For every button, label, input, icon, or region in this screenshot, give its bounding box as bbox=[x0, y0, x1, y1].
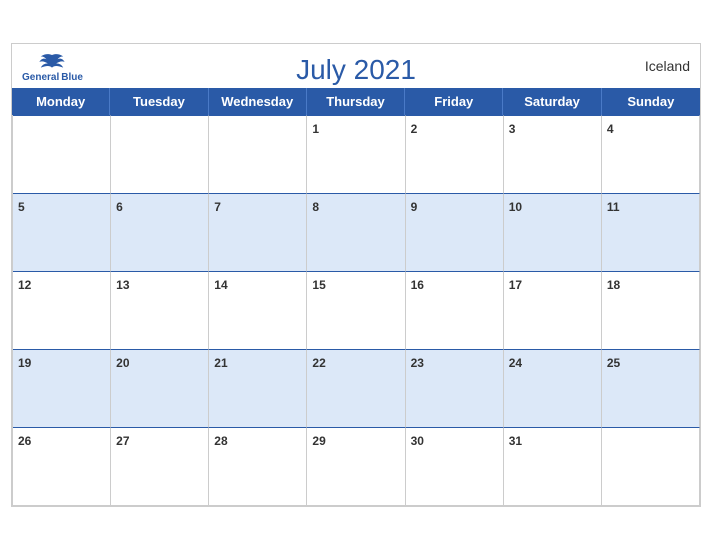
calendar-cell: 19 bbox=[13, 349, 111, 427]
date-number: 28 bbox=[214, 434, 227, 448]
calendar-cell: 4 bbox=[602, 115, 700, 193]
date-number: 18 bbox=[607, 278, 620, 292]
date-number: 27 bbox=[116, 434, 129, 448]
calendar-cell: 30 bbox=[406, 427, 504, 505]
date-number: 30 bbox=[411, 434, 424, 448]
calendar-cell: 7 bbox=[209, 193, 307, 271]
date-number: 25 bbox=[607, 356, 620, 370]
logo-text: General Blue bbox=[22, 72, 83, 83]
calendar-cell: 11 bbox=[602, 193, 700, 271]
calendar-cell: 10 bbox=[504, 193, 602, 271]
calendar-grid: 1234567891011121314151617181920212223242… bbox=[12, 115, 700, 506]
date-number: 1 bbox=[312, 122, 319, 136]
date-number: 3 bbox=[509, 122, 516, 136]
day-thursday: Thursday bbox=[307, 88, 405, 115]
calendar-cell: 15 bbox=[307, 271, 405, 349]
calendar-cell bbox=[111, 115, 209, 193]
date-number: 15 bbox=[312, 278, 325, 292]
calendar-cell: 25 bbox=[602, 349, 700, 427]
calendar-cell bbox=[13, 115, 111, 193]
day-friday: Friday bbox=[405, 88, 503, 115]
day-tuesday: Tuesday bbox=[110, 88, 208, 115]
calendar-cell: 8 bbox=[307, 193, 405, 271]
date-number: 2 bbox=[411, 122, 418, 136]
date-number: 11 bbox=[607, 200, 620, 214]
calendar-cell: 9 bbox=[406, 193, 504, 271]
date-number: 22 bbox=[312, 356, 325, 370]
calendar-cell: 24 bbox=[504, 349, 602, 427]
calendar-cell: 16 bbox=[406, 271, 504, 349]
date-number: 4 bbox=[607, 122, 614, 136]
date-number: 20 bbox=[116, 356, 129, 370]
calendar-header: General Blue July 2021 Iceland bbox=[12, 44, 700, 88]
calendar-cell: 1 bbox=[307, 115, 405, 193]
calendar: General Blue July 2021 Iceland Monday Tu… bbox=[11, 43, 701, 507]
calendar-cell: 2 bbox=[406, 115, 504, 193]
date-number: 26 bbox=[18, 434, 31, 448]
logo-bird-icon bbox=[38, 52, 66, 72]
date-number: 23 bbox=[411, 356, 424, 370]
calendar-cell: 12 bbox=[13, 271, 111, 349]
date-number: 16 bbox=[411, 278, 424, 292]
calendar-cell: 6 bbox=[111, 193, 209, 271]
date-number: 21 bbox=[214, 356, 227, 370]
date-number: 7 bbox=[214, 200, 221, 214]
date-number: 31 bbox=[509, 434, 522, 448]
date-number: 9 bbox=[411, 200, 418, 214]
logo: General Blue bbox=[22, 52, 83, 83]
calendar-cell: 17 bbox=[504, 271, 602, 349]
day-monday: Monday bbox=[12, 88, 110, 115]
calendar-cell: 28 bbox=[209, 427, 307, 505]
date-number: 6 bbox=[116, 200, 123, 214]
day-wednesday: Wednesday bbox=[209, 88, 307, 115]
calendar-cell: 22 bbox=[307, 349, 405, 427]
calendar-cell: 20 bbox=[111, 349, 209, 427]
calendar-cell: 27 bbox=[111, 427, 209, 505]
date-number: 24 bbox=[509, 356, 522, 370]
calendar-cell: 31 bbox=[504, 427, 602, 505]
calendar-cell: 23 bbox=[406, 349, 504, 427]
day-sunday: Sunday bbox=[602, 88, 700, 115]
calendar-cell: 26 bbox=[13, 427, 111, 505]
calendar-title: July 2021 bbox=[296, 54, 416, 86]
date-number: 19 bbox=[18, 356, 31, 370]
calendar-cell: 14 bbox=[209, 271, 307, 349]
calendar-country: Iceland bbox=[645, 58, 690, 74]
calendar-cell: 21 bbox=[209, 349, 307, 427]
date-number: 12 bbox=[18, 278, 31, 292]
date-number: 10 bbox=[509, 200, 522, 214]
date-number: 8 bbox=[312, 200, 319, 214]
calendar-cell bbox=[209, 115, 307, 193]
date-number: 14 bbox=[214, 278, 227, 292]
calendar-cell: 3 bbox=[504, 115, 602, 193]
calendar-cell: 29 bbox=[307, 427, 405, 505]
days-header: Monday Tuesday Wednesday Thursday Friday… bbox=[12, 88, 700, 115]
date-number: 13 bbox=[116, 278, 129, 292]
calendar-cell: 5 bbox=[13, 193, 111, 271]
calendar-cell: 18 bbox=[602, 271, 700, 349]
logo-blue: Blue bbox=[61, 72, 83, 83]
day-saturday: Saturday bbox=[503, 88, 601, 115]
logo-general: General bbox=[22, 72, 59, 83]
date-number: 5 bbox=[18, 200, 25, 214]
date-number: 17 bbox=[509, 278, 522, 292]
calendar-cell bbox=[602, 427, 700, 505]
calendar-cell: 13 bbox=[111, 271, 209, 349]
date-number: 29 bbox=[312, 434, 325, 448]
